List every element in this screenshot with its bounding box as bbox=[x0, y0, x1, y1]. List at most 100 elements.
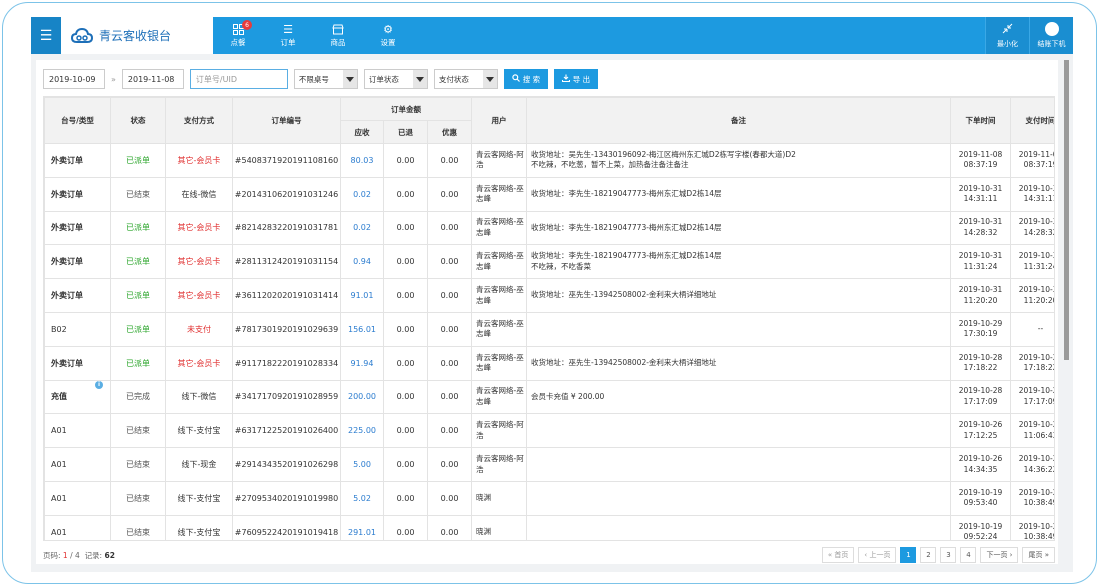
chevron-down-icon bbox=[482, 70, 497, 88]
cell-refunded: 0.00 bbox=[383, 514, 428, 540]
table-select-value: 不限桌号 bbox=[298, 74, 329, 84]
table-row[interactable]: 外卖订单 已结束 在线-微信 #2014310620191031246 0.02 0.00… bbox=[44, 176, 1054, 212]
date-to-input[interactable]: 2019-11-08 bbox=[121, 69, 184, 89]
next-page-button[interactable]: 下一页 › bbox=[980, 547, 1019, 563]
menu-icon[interactable]: ☰ bbox=[31, 17, 61, 54]
cell-status: 已派单 bbox=[110, 278, 166, 313]
cell-user: 青云客网络-巫志峰 bbox=[471, 278, 528, 313]
nav-item-orders[interactable]: ☰ 订单 bbox=[263, 17, 313, 54]
table-row[interactable]: A01 已结束 线下-支付宝 #7609522420191019418 291.01 0.… bbox=[44, 514, 1054, 541]
cell-refunded-text: 0.00 bbox=[396, 392, 415, 402]
cell-order-no: #7817301920191029639 bbox=[232, 311, 341, 347]
cell-pay-method-text: 其它-会员卡 bbox=[177, 291, 221, 301]
nav-label: 设置 bbox=[380, 38, 396, 47]
prev-page-button[interactable]: ‹ 上一页 bbox=[858, 547, 897, 563]
cell-type: A01 bbox=[44, 447, 111, 482]
cell-discount: 0.00 bbox=[426, 210, 473, 246]
nav-item-products[interactable]: 商品 bbox=[313, 17, 363, 54]
cell-type: 充值 i bbox=[44, 379, 111, 415]
cell-order-time-text: 2019-10-19 09:52:24 bbox=[958, 521, 1003, 541]
info-icon[interactable]: i bbox=[95, 381, 103, 390]
date-from-input[interactable]: 2019-10-09 bbox=[43, 69, 105, 89]
cell-due: 91.01 bbox=[340, 278, 384, 313]
pay-status-select[interactable]: 支付状态 bbox=[433, 69, 498, 89]
table-row[interactable]: 外卖订单 已派单 其它-会员卡 #2811312420191031154 0.94 0.0… bbox=[44, 244, 1054, 280]
cell-pay-time: 2019-10-26 14:36:22 bbox=[1010, 447, 1054, 482]
cell-discount-text: 0.00 bbox=[440, 358, 459, 368]
cell-type: 外卖订单 bbox=[44, 143, 111, 178]
cell-type: A01 bbox=[44, 514, 111, 540]
search-icon bbox=[512, 74, 520, 84]
cell-order-time: 2019-11-08 08:37:19 bbox=[950, 143, 1012, 178]
table-row[interactable]: 外卖订单 已派单 其它-会员卡 #5408371920191108160 80.03 0.… bbox=[44, 143, 1054, 178]
cell-user-text: 青云客网络-巫志峰 bbox=[476, 386, 524, 406]
nav-item-order-food[interactable]: 6 点餐 bbox=[213, 17, 263, 54]
vertical-scrollbar[interactable] bbox=[1064, 60, 1069, 360]
cell-user-text: 晓渊 bbox=[476, 526, 492, 536]
cell-user-text: 晓渊 bbox=[476, 493, 492, 503]
cell-order-time-text: 2019-10-26 14:34:35 bbox=[958, 454, 1003, 474]
cell-pay-time: 2019-11-08 08:37:19 bbox=[1010, 143, 1054, 178]
last-page-button[interactable]: 尾页 » bbox=[1022, 547, 1055, 563]
table-row[interactable]: 外卖订单 已派单 其它-会员卡 #3611202020191031414 91.01 0.… bbox=[44, 278, 1054, 313]
cell-pay-method-text: 其它-会员卡 bbox=[177, 257, 221, 267]
cell-note bbox=[526, 514, 952, 540]
col-header-pay-time: 支付时间 bbox=[1010, 97, 1054, 144]
cell-pay-time: 2019-10-21 10:38:49 bbox=[1010, 480, 1054, 516]
table-row[interactable]: A01 已结束 线下-支付宝 #2709534020191019980 5.02 0.00… bbox=[44, 480, 1054, 516]
date-separator: » bbox=[111, 74, 116, 84]
nav-item-settings[interactable]: ⚙ 设置 bbox=[363, 17, 413, 54]
cell-status: 已派单 bbox=[110, 345, 166, 381]
cell-order-no: #8214283220191031781 bbox=[232, 210, 341, 246]
cell-type-text: 外卖订单 bbox=[51, 291, 83, 301]
cell-note-text: 会员卡充值 ¥ 200.00 bbox=[531, 391, 605, 401]
cell-user: 青云客网络-巫志峰 bbox=[471, 379, 528, 415]
minimize-button[interactable]: 最小化 bbox=[985, 17, 1029, 54]
cell-pay-method: 线下-现金 bbox=[165, 447, 233, 482]
cell-discount: 0.00 bbox=[426, 379, 473, 415]
export-button[interactable]: 导 出 bbox=[553, 69, 598, 89]
page-3-button[interactable]: 3 bbox=[940, 547, 957, 563]
cell-type: 外卖订单 bbox=[44, 345, 111, 381]
cell-order-no-text: #9117182220191028334 bbox=[234, 358, 339, 368]
cell-due-text: 291.01 bbox=[348, 527, 376, 537]
cell-refunded: 0.00 bbox=[383, 345, 428, 381]
cell-refunded: 0.00 bbox=[383, 480, 428, 516]
cell-order-time-text: 2019-10-19 09:53:40 bbox=[958, 487, 1003, 508]
table-row[interactable]: 外卖订单 已派单 其它-会员卡 #8214283220191031781 0.02 0.0… bbox=[44, 210, 1054, 246]
table-row[interactable]: 外卖订单 已派单 其它-会员卡 #9117182220191028334 91.94 0.… bbox=[44, 345, 1054, 381]
page-4-button[interactable]: 4 bbox=[960, 547, 977, 563]
cell-order-no-text: #3611202020191031414 bbox=[234, 291, 339, 301]
cell-pay-method-text: 其它-会员卡 bbox=[177, 358, 221, 368]
cell-order-no: #2709534020191019980 bbox=[232, 480, 341, 516]
cell-status-text: 已派单 bbox=[126, 324, 150, 334]
col-header-pay-method: 支付方式 bbox=[165, 97, 233, 144]
cell-status-text: 已派单 bbox=[126, 257, 150, 267]
table-row[interactable]: A01 已结束 线下-支付宝 #6317122520191026400 225.00 0.… bbox=[44, 413, 1055, 449]
table-select[interactable]: 不限桌号 bbox=[293, 69, 358, 89]
cell-type-text: 外卖订单 bbox=[51, 257, 83, 267]
cell-order-no-text: #2709534020191019980 bbox=[234, 493, 339, 503]
cell-refunded-text: 0.00 bbox=[396, 189, 415, 199]
first-page-button[interactable]: « 首页 bbox=[821, 547, 855, 563]
cell-due-text: 0.94 bbox=[353, 257, 371, 267]
cell-pay-method: 其它-会员卡 bbox=[165, 143, 233, 178]
col-header-order-time: 下单时间 bbox=[950, 97, 1012, 144]
cell-due: 225.00 bbox=[340, 413, 384, 449]
table-row[interactable]: A01 已结束 线下-现金 #2914343520191026298 5.00 0.00 0… bbox=[44, 447, 1054, 482]
page-2-button[interactable]: 2 bbox=[920, 547, 937, 563]
search-input[interactable]: 订单号/UID bbox=[189, 69, 288, 89]
orders-table-body: 外卖订单 已派单 其它-会员卡 #5408371920191108160 80.03 0.… bbox=[44, 143, 1055, 541]
logout-button[interactable]: 结账下机 bbox=[1029, 17, 1073, 54]
cell-type: B02 bbox=[44, 311, 111, 347]
cell-pay-time-text: 2019-10-28 11:06:43 bbox=[1018, 420, 1055, 440]
order-status-select[interactable]: 订单状态 bbox=[363, 69, 428, 89]
table-row[interactable]: 充值 i 已完成 线下-微信 #3417170920191028959 200.00 0.0… bbox=[44, 379, 1054, 415]
cell-pay-method-text: 线下-现金 bbox=[181, 460, 217, 470]
search-button[interactable]: 搜 索 bbox=[503, 69, 548, 89]
col-header-note: 备注 bbox=[526, 97, 952, 144]
cell-discount: 0.00 bbox=[426, 345, 473, 381]
cell-discount: 0.00 bbox=[426, 514, 473, 540]
page-1-button[interactable]: 1 bbox=[900, 547, 917, 563]
table-row[interactable]: B02 已派单 未支付 #7817301920191029639 156.01 0.00 0… bbox=[44, 311, 1054, 347]
